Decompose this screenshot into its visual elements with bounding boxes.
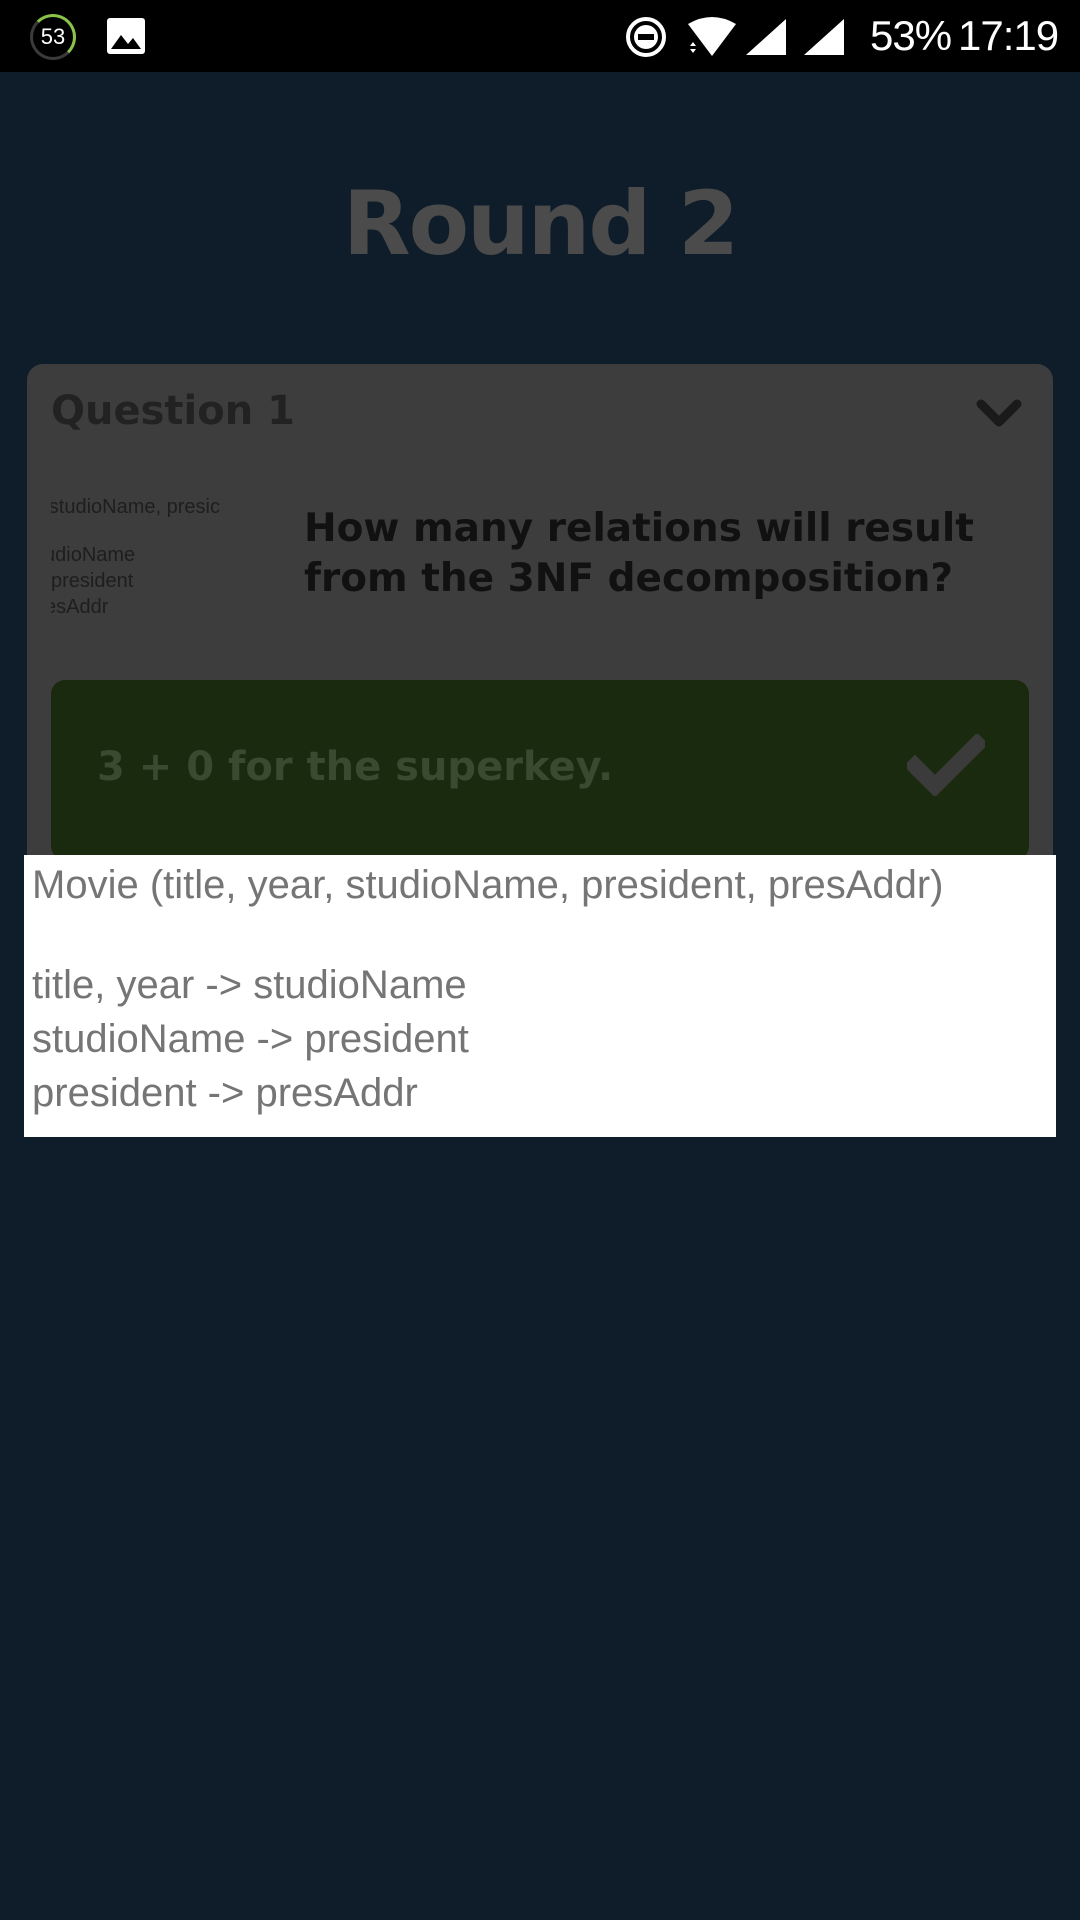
dependency-line: president -> presAddr xyxy=(32,1071,418,1115)
answer-text: 3 + 0 for the superkey. xyxy=(97,744,614,790)
page-title: Round 2 xyxy=(342,172,739,275)
gallery-icon xyxy=(107,18,145,54)
signal-icon xyxy=(804,19,844,55)
thumbnail-line: esAddr xyxy=(51,596,109,618)
status-bar: 53 53% 17:19 xyxy=(0,0,1080,72)
check-icon xyxy=(907,734,985,796)
thumbnail-line: udioName xyxy=(51,544,136,566)
thumbnail-line: ar, studioName, presic xyxy=(51,496,220,518)
battery-level: 53% xyxy=(870,12,952,59)
notification-count-badge: 53 xyxy=(30,14,76,60)
question-header: Question 1 xyxy=(51,388,295,434)
image-popup[interactable]: Movie (title, year, studioName, presiden… xyxy=(24,855,1056,1137)
schema-line: Movie (title, year, studioName, presiden… xyxy=(32,863,944,907)
clock: 17:19 xyxy=(958,12,1059,59)
wifi-icon xyxy=(688,17,736,56)
thumbnail-line: president xyxy=(51,570,134,592)
answer-option[interactable]: 3 + 0 for the superkey. xyxy=(51,680,1029,860)
dependency-line: studioName -> president xyxy=(32,1017,469,1061)
dependency-line: title, year -> studioName xyxy=(32,963,467,1007)
signal-icon xyxy=(746,19,786,55)
question-image-thumbnail[interactable]: ar, studioName, presic udioName presiden… xyxy=(51,494,286,634)
chevron-down-icon[interactable] xyxy=(975,394,1023,434)
question-text: How many relations will result from the … xyxy=(304,506,974,601)
do-not-disturb-icon xyxy=(626,17,666,57)
notification-count: 53 xyxy=(40,24,66,49)
